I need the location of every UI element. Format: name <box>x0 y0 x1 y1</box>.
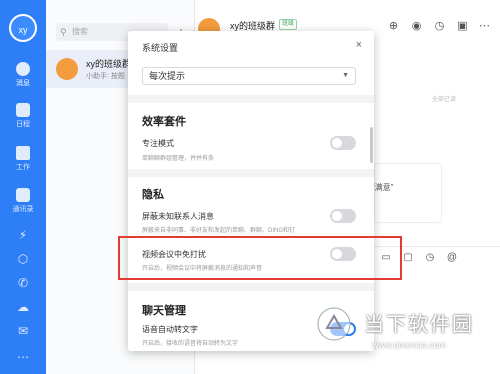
toggle-knob <box>332 138 342 148</box>
nav-item-messages[interactable]: 消息 <box>0 62 46 88</box>
section-title: 聊天管理 <box>142 305 186 317</box>
settings-dialog: 系统设置 × 每次提示 ▼ 效率套件 专注模式 单聊聊群组管理，并并有条 隐私 … <box>128 31 374 351</box>
calendar-icon <box>16 103 30 117</box>
setting-title: 专注模式 <box>142 139 174 148</box>
camera-icon[interactable]: ◉ <box>410 20 423 33</box>
message-bubble[interactable] <box>374 163 442 223</box>
nav-item-calendar[interactable]: 日程 <box>0 103 46 129</box>
nav-item-work[interactable]: 工作 <box>0 146 46 172</box>
nav-item-label: 日程 <box>16 121 30 128</box>
setting-desc: 屏蔽来自非同事、非好友和发起的单聊、群聊、DING和钉 <box>142 228 296 234</box>
chat-tag: 班级 <box>279 19 298 30</box>
read-status: 全部已读 <box>432 97 457 103</box>
section-title: 效率套件 <box>142 116 186 128</box>
message-text: “满意” <box>372 183 394 192</box>
chevron-down-icon: ▼ <box>342 72 349 79</box>
setting-title: 屏蔽未知联系人消息 <box>142 212 214 221</box>
setting-desc: 开启后，接收的语音将自动转为文字 <box>142 341 239 347</box>
nav-item-label: 通讯录 <box>12 206 34 213</box>
more-icon[interactable]: ⋯ <box>16 350 30 364</box>
section-divider <box>128 95 374 103</box>
select-value: 每次提示 <box>149 71 186 81</box>
close-button[interactable]: × <box>356 39 362 51</box>
nav-item-label: 工作 <box>16 164 30 171</box>
mail-icon[interactable]: ✉ <box>16 324 30 338</box>
nav-item-contacts[interactable]: 通讯录 <box>0 188 46 214</box>
focus-mode-toggle[interactable] <box>330 136 356 150</box>
group-avatar <box>56 58 78 80</box>
clock-icon[interactable]: ◷ <box>433 20 446 33</box>
search-placeholder: 搜索 <box>72 27 88 36</box>
scrollbar[interactable] <box>370 127 373 163</box>
highlight-box <box>118 236 402 280</box>
lightning-icon[interactable]: ⚡ <box>16 228 30 242</box>
notification-select[interactable]: 每次提示 ▼ <box>142 67 356 85</box>
watermark-url: www.downxia.com <box>372 340 447 350</box>
avatar[interactable]: xy <box>9 14 37 42</box>
contacts-icon <box>16 188 30 202</box>
watermark-logo <box>317 307 351 341</box>
conversation-preview: 小助手: 按题 <box>86 73 125 80</box>
video-icon[interactable]: ▣ <box>456 20 469 33</box>
section-title: 隐私 <box>142 189 164 201</box>
cloud-icon[interactable]: ☁ <box>16 300 30 314</box>
setting-desc: 单聊聊群组管理，并并有条 <box>142 156 215 162</box>
search-icon: ⚲ <box>60 27 67 37</box>
section-divider <box>128 283 374 291</box>
image-icon[interactable]: ▢ <box>402 252 414 264</box>
clock-icon[interactable]: ◷ <box>424 252 436 264</box>
phone-icon[interactable]: ✆ <box>16 276 30 290</box>
add-member-icon[interactable]: ⊕ <box>387 20 400 33</box>
at-icon[interactable]: @ <box>446 252 458 264</box>
grid-icon <box>16 146 30 160</box>
chat-bubble-icon <box>16 62 30 76</box>
nav-item-label: 消息 <box>16 80 30 87</box>
dialog-title: 系统设置 <box>142 43 179 53</box>
section-divider <box>128 169 374 177</box>
left-nav: xy 消息 日程 工作 通讯录 ⚡ ⬡ ✆ ☁ ✉ ⋯ <box>0 0 46 374</box>
setting-title: 语音自动转文字 <box>142 325 198 334</box>
block-unknown-toggle[interactable] <box>330 209 356 223</box>
conversation-title: xy的班级群 <box>86 59 132 69</box>
cube-icon[interactable]: ⬡ <box>16 252 30 266</box>
watermark-name: 当下软件园 <box>364 314 474 336</box>
more-icon[interactable]: ⋯ <box>478 20 491 33</box>
toggle-knob <box>332 211 342 221</box>
